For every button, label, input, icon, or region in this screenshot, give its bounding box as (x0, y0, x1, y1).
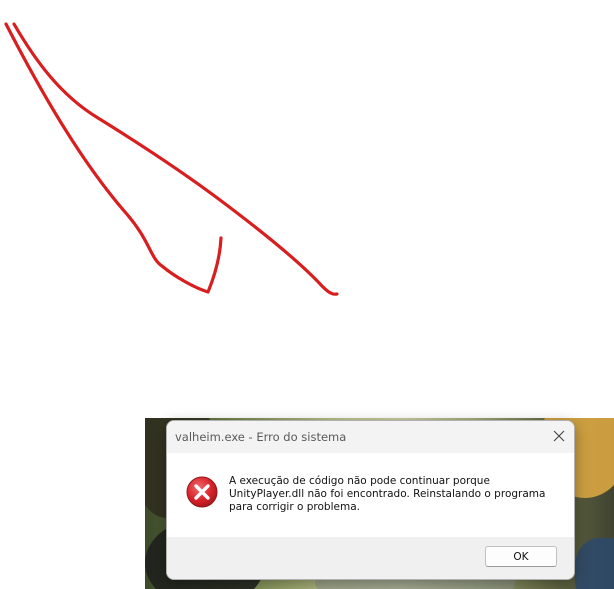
dialog-title: valheim.exe - Erro do sistema (175, 430, 347, 444)
error-icon (186, 476, 218, 508)
system-error-dialog: valheim.exe - Erro do sistema A execução… (166, 420, 575, 580)
ok-button[interactable]: OK (485, 546, 557, 567)
dialog-footer: OK (167, 537, 574, 579)
dialog-content: A execução de código não pode continuar … (167, 453, 574, 537)
dialog-titlebar[interactable]: valheim.exe - Erro do sistema (167, 421, 574, 453)
close-icon (553, 430, 565, 442)
close-button[interactable] (544, 421, 574, 451)
error-message: A execução de código não pode continuar … (229, 475, 546, 513)
